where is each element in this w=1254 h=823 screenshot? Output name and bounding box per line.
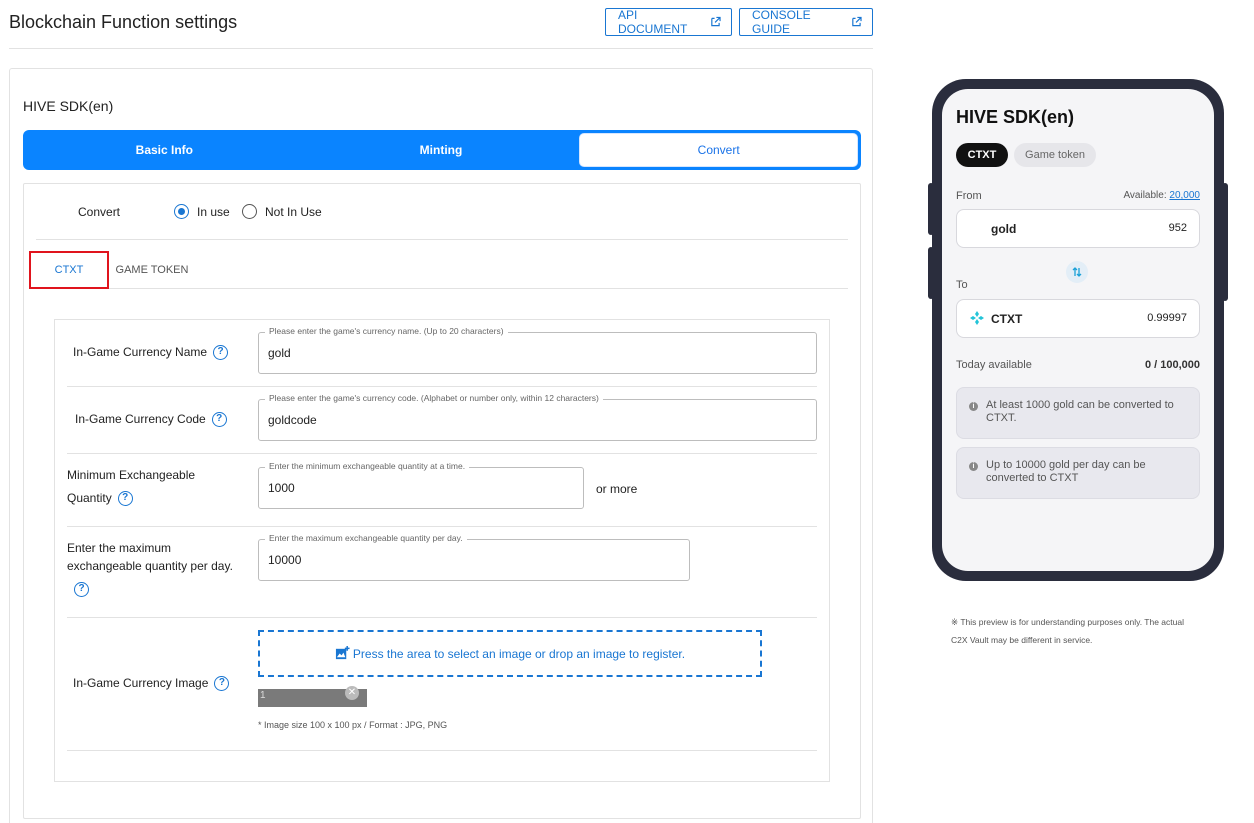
max-qty-legend: Enter the maximum exchangeable quantity … (265, 533, 467, 543)
radio-checked-icon (174, 204, 189, 219)
radio-not-in-use[interactable]: Not In Use (242, 204, 322, 219)
radio-not-in-use-label: Not In Use (265, 204, 322, 219)
preview-note-text: At least 1000 gold can be converted to C… (986, 399, 1174, 424)
page-header: Blockchain Function settings API DOCUMEN… (9, 0, 873, 49)
image-requirements-note: * Image size 100 x 100 px / Format : JPG… (258, 720, 448, 730)
phone-preview: HIVE SDK(en) CTXT Game token From Availa… (928, 79, 1228, 581)
preview-today-label: Today available (956, 359, 1032, 371)
preview-chip-ctxt: CTXT (956, 143, 1008, 167)
page-title: Blockchain Function settings (9, 12, 238, 32)
phone-side-button (1222, 183, 1228, 301)
min-qty-input[interactable]: Enter the minimum exchangeable quantity … (258, 461, 584, 509)
min-qty-label-line1: Minimum Exchangeable (67, 468, 196, 482)
row-currency-image: In-Game Currency Image? Press the area t… (67, 618, 817, 751)
preview-available-label: Available: (1123, 190, 1167, 201)
radio-unchecked-icon (242, 204, 257, 219)
currency-form: In-Game Currency Name? Please enter the … (54, 319, 830, 782)
settings-card: HIVE SDK(en) Basic Info Minting Convert … (9, 68, 873, 823)
preview-chip-game-token: Game token (1014, 143, 1096, 167)
external-link-icon (711, 16, 721, 27)
phone-side-button (928, 247, 934, 299)
currency-code-value: goldcode (268, 413, 317, 427)
help-icon[interactable]: ? (214, 676, 230, 692)
preview-from-name: gold (991, 222, 1017, 236)
currency-name-input[interactable]: Please enter the game's currency name. (… (258, 326, 817, 374)
convert-panel: Convert In use Not In Use CTXT GAME TOKE… (23, 183, 861, 819)
preview-from-amount: 952 (1168, 222, 1187, 234)
max-qty-value: 10000 (268, 553, 302, 567)
max-qty-label-line2: exchangeable quantity per day. (67, 559, 233, 573)
info-icon: i (969, 402, 978, 411)
dropzone-text: Press the area to select an image or dro… (352, 646, 686, 661)
preview-from-box: gold 952 (956, 209, 1200, 248)
row-currency-name: In-Game Currency Name? Please enter the … (67, 320, 817, 387)
row-currency-code: In-Game Currency Code? Please enter the … (67, 387, 817, 454)
currency-code-legend: Please enter the game's currency code. (… (265, 393, 603, 403)
broken-image-icon: 1 (260, 690, 266, 701)
image-dropzone[interactable]: Press the area to select an image or dro… (258, 630, 762, 677)
radio-in-use-label: In use (197, 204, 230, 219)
max-qty-input[interactable]: Enter the maximum exchangeable quantity … (258, 533, 690, 581)
currency-name-label: In-Game Currency Name (73, 345, 208, 359)
help-icon[interactable]: ? (213, 345, 229, 361)
min-qty-legend: Enter the minimum exchangeable quantity … (265, 461, 470, 471)
preview-to-amount: 0.99997 (1147, 312, 1187, 324)
help-icon[interactable]: ? (117, 491, 133, 507)
tab-minting[interactable]: Minting (303, 133, 580, 167)
image-thumbnail: 1 ✕ (258, 686, 367, 707)
api-document-button[interactable]: API DOCUMENT (605, 8, 732, 36)
currency-name-legend: Please enter the game's currency name. (… (265, 326, 508, 336)
tab-basic-info[interactable]: Basic Info (26, 133, 303, 167)
currency-name-value: gold (268, 346, 291, 360)
preview-from-label: From (956, 190, 982, 202)
preview-available: Available: 20,000 (1123, 190, 1200, 201)
preview-note-text: Up to 10000 gold per day can be converte… (986, 459, 1146, 484)
subtab-game-token[interactable]: GAME TOKEN (115, 251, 189, 289)
api-document-label: API DOCUMENT (618, 8, 688, 36)
preview-available-value: 20,000 (1169, 190, 1200, 201)
swap-icon (1066, 261, 1088, 283)
remove-image-icon[interactable]: ✕ (345, 686, 359, 700)
convert-label: Convert (78, 205, 121, 219)
currency-code-label: In-Game Currency Code (75, 412, 206, 426)
min-qty-label-line2: Quantity (67, 491, 112, 505)
currency-image-label: In-Game Currency Image (73, 676, 209, 690)
convert-toggle-row: Convert In use Not In Use (36, 184, 848, 240)
radio-in-use[interactable]: In use (174, 204, 230, 219)
preview-today-value: 0 / 100,000 (1144, 359, 1200, 371)
row-min-quantity: Minimum Exchangeable Quantity? Enter the… (67, 454, 817, 527)
phone-side-button (928, 183, 934, 235)
phone-screen: HIVE SDK(en) CTXT Game token From Availa… (942, 89, 1214, 571)
external-link-icon (852, 16, 862, 27)
console-guide-label: CONSOLE GUIDE (752, 8, 811, 36)
preview-to-box: CTXT 0.99997 (956, 299, 1200, 338)
subtab-ctxt[interactable]: CTXT (29, 251, 109, 289)
preview-note: i At least 1000 gold can be converted to… (956, 387, 1200, 439)
preview-to-name: CTXT (991, 312, 1023, 326)
token-subtabs: CTXT GAME TOKEN (29, 251, 848, 289)
min-qty-value: 1000 (268, 481, 295, 495)
ctxt-logo-icon (970, 311, 984, 325)
min-qty-suffix: or more (596, 482, 638, 496)
row-max-quantity: Enter the maximum exchangeable quantity … (67, 527, 817, 618)
max-qty-label-line1: Enter the maximum (67, 541, 172, 555)
add-image-icon (335, 646, 350, 660)
console-guide-button[interactable]: CONSOLE GUIDE (739, 8, 873, 36)
preview-disclaimer: ※ This preview is for understanding purp… (951, 617, 1184, 645)
preview-to-label: To (956, 279, 968, 291)
preview-title: HIVE SDK(en) (956, 107, 1075, 127)
sdk-title: HIVE SDK(en) (23, 98, 114, 114)
help-icon[interactable]: ? (74, 582, 89, 598)
help-icon[interactable]: ? (211, 412, 227, 428)
main-tabs: Basic Info Minting Convert (23, 130, 861, 170)
tab-convert[interactable]: Convert (579, 133, 859, 167)
info-icon: i (969, 462, 978, 471)
preview-note: i Up to 10000 gold per day can be conver… (956, 447, 1200, 499)
currency-code-input[interactable]: Please enter the game's currency code. (… (258, 393, 817, 441)
